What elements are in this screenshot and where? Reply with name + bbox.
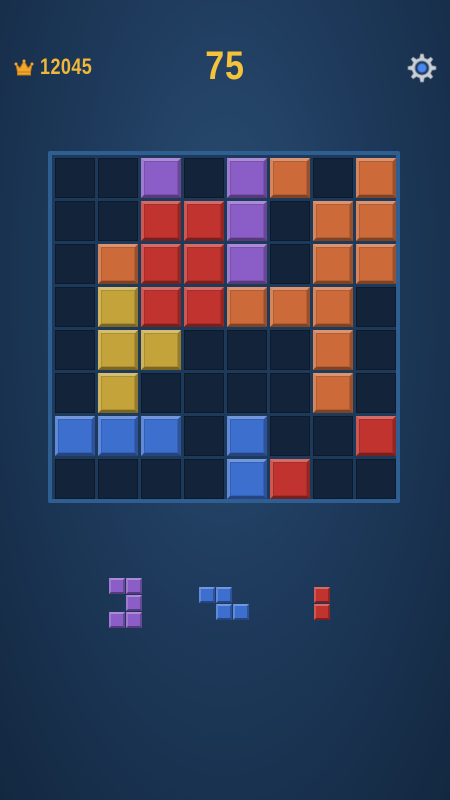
- board-cell-empty[interactable]: [98, 459, 138, 499]
- board-cell-empty[interactable]: [313, 158, 353, 198]
- board-cell-empty[interactable]: [270, 201, 310, 241]
- board-cell-orange[interactable]: [270, 287, 310, 327]
- board-cell-empty[interactable]: [55, 158, 95, 198]
- board-cell-orange[interactable]: [313, 330, 353, 370]
- board-cell-red[interactable]: [184, 287, 224, 327]
- board-cell-empty[interactable]: [356, 287, 396, 327]
- board-cell-empty[interactable]: [184, 416, 224, 456]
- board-cell-yellow[interactable]: [98, 287, 138, 327]
- board-cell-red[interactable]: [141, 244, 181, 284]
- piece-block: [126, 595, 142, 611]
- board-cell-blue[interactable]: [55, 416, 95, 456]
- board-cell-blue[interactable]: [227, 459, 267, 499]
- board-cell-yellow[interactable]: [98, 373, 138, 413]
- board-cell-empty[interactable]: [356, 459, 396, 499]
- board-cell-red[interactable]: [270, 459, 310, 499]
- crown-icon: [14, 59, 34, 76]
- piece-block: [199, 587, 215, 603]
- board-cell-orange[interactable]: [356, 201, 396, 241]
- board-cell-orange[interactable]: [356, 244, 396, 284]
- piece-red-bar[interactable]: [314, 587, 331, 621]
- board-cell-red[interactable]: [141, 201, 181, 241]
- board-cell-empty[interactable]: [270, 330, 310, 370]
- piece-block: [126, 578, 142, 594]
- board-cell-red[interactable]: [184, 244, 224, 284]
- board-cell-empty[interactable]: [184, 459, 224, 499]
- board-cell-empty[interactable]: [356, 330, 396, 370]
- board-cell-red[interactable]: [141, 287, 181, 327]
- board-cell-purple[interactable]: [141, 158, 181, 198]
- board-cell-empty[interactable]: [55, 201, 95, 241]
- board-cell-yellow[interactable]: [98, 330, 138, 370]
- board-cell-empty[interactable]: [227, 330, 267, 370]
- board-cell-purple[interactable]: [227, 244, 267, 284]
- board-cell-orange[interactable]: [313, 287, 353, 327]
- board-cell-empty[interactable]: [313, 416, 353, 456]
- board-cell-empty[interactable]: [55, 330, 95, 370]
- piece-purple-c[interactable]: [109, 578, 143, 629]
- board-cell-empty[interactable]: [55, 244, 95, 284]
- board-cell-empty[interactable]: [184, 158, 224, 198]
- piece-block: [109, 612, 125, 628]
- board-cell-purple[interactable]: [227, 201, 267, 241]
- piece-block: [314, 604, 330, 620]
- board-cell-orange[interactable]: [270, 158, 310, 198]
- board-cell-empty[interactable]: [55, 459, 95, 499]
- board-cell-orange[interactable]: [227, 287, 267, 327]
- board-cell-empty[interactable]: [98, 158, 138, 198]
- board-cell-empty[interactable]: [270, 416, 310, 456]
- board-cell-red[interactable]: [184, 201, 224, 241]
- piece-block: [126, 612, 142, 628]
- board-cell-empty[interactable]: [356, 373, 396, 413]
- board-cell-empty[interactable]: [227, 373, 267, 413]
- board-cell-yellow[interactable]: [141, 330, 181, 370]
- board-cell-blue[interactable]: [141, 416, 181, 456]
- current-score: 75: [205, 44, 245, 88]
- settings-button[interactable]: [405, 51, 439, 85]
- piece-block: [109, 578, 125, 594]
- piece-blue-z[interactable]: [199, 587, 250, 621]
- board-cell-empty[interactable]: [270, 373, 310, 413]
- board-cell-orange[interactable]: [356, 158, 396, 198]
- game-board[interactable]: [48, 151, 400, 503]
- board-cell-orange[interactable]: [98, 244, 138, 284]
- piece-block: [314, 587, 330, 603]
- board-cell-orange[interactable]: [313, 201, 353, 241]
- board-cell-empty[interactable]: [141, 459, 181, 499]
- board-cell-blue[interactable]: [227, 416, 267, 456]
- board-cell-empty[interactable]: [313, 459, 353, 499]
- piece-block: [216, 604, 232, 620]
- board-cell-empty[interactable]: [55, 287, 95, 327]
- board-cell-blue[interactable]: [98, 416, 138, 456]
- board-cell-orange[interactable]: [313, 244, 353, 284]
- piece-block: [233, 604, 249, 620]
- gear-icon: [407, 53, 437, 83]
- board-cell-red[interactable]: [356, 416, 396, 456]
- board-cell-empty[interactable]: [184, 373, 224, 413]
- board-cell-empty[interactable]: [270, 244, 310, 284]
- board-cell-orange[interactable]: [313, 373, 353, 413]
- piece-block: [216, 587, 232, 603]
- board-cell-empty[interactable]: [184, 330, 224, 370]
- board-cell-empty[interactable]: [55, 373, 95, 413]
- board-cell-empty[interactable]: [141, 373, 181, 413]
- board-cell-purple[interactable]: [227, 158, 267, 198]
- board-cell-empty[interactable]: [98, 201, 138, 241]
